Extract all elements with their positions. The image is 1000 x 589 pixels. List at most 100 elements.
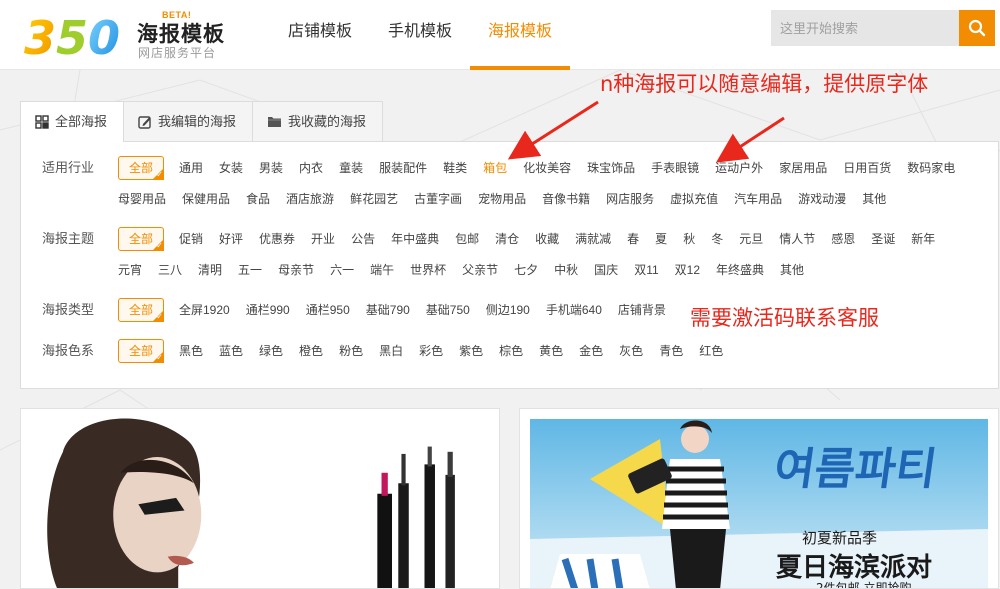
filter-option-color[interactable]: 彩色 xyxy=(419,340,443,362)
filter-option-theme[interactable]: 国庆 xyxy=(594,259,618,281)
filter-option-industry[interactable]: 虚拟充值 xyxy=(670,188,718,210)
filter-option-theme[interactable]: 圣诞 xyxy=(871,228,895,250)
filter-all-type[interactable]: 全部 ✓ xyxy=(118,298,164,322)
filter-option-color[interactable]: 棕色 xyxy=(499,340,523,362)
filter-option-industry[interactable]: 数码家电 xyxy=(907,157,955,179)
filter-option-theme[interactable]: 母亲节 xyxy=(278,259,314,281)
tab-my-favorites[interactable]: 我收藏的海报 xyxy=(252,101,384,141)
filter-option-industry[interactable]: 手表眼镜 xyxy=(651,157,699,179)
filter-option-theme[interactable]: 感恩 xyxy=(831,228,855,250)
filter-option-theme[interactable]: 清仓 xyxy=(495,228,519,250)
filter-option-color[interactable]: 灰色 xyxy=(619,340,643,362)
filter-option-industry[interactable]: 食品 xyxy=(246,188,270,210)
filter-option-theme[interactable]: 七夕 xyxy=(514,259,538,281)
filter-option-type[interactable]: 全屏1920 xyxy=(179,299,230,321)
filter-option-theme[interactable]: 五一 xyxy=(238,259,262,281)
filter-option-industry[interactable]: 化妆美容 xyxy=(523,157,571,179)
filter-option-theme[interactable]: 清明 xyxy=(198,259,222,281)
filter-option-color[interactable]: 紫色 xyxy=(459,340,483,362)
filter-option-industry[interactable]: 酒店旅游 xyxy=(286,188,334,210)
filter-all-color[interactable]: 全部 ✓ xyxy=(118,339,164,363)
filter-option-industry[interactable]: 古董字画 xyxy=(414,188,462,210)
nav-mobile-templates[interactable]: 手机模板 xyxy=(370,0,470,70)
filter-option-industry[interactable]: 母婴用品 xyxy=(118,188,166,210)
filter-option-industry[interactable]: 保健用品 xyxy=(182,188,230,210)
filter-option-industry[interactable]: 女装 xyxy=(219,157,243,179)
filter-option-industry[interactable]: 箱包 xyxy=(483,157,507,179)
filter-option-industry[interactable]: 音像书籍 xyxy=(542,188,590,210)
filter-option-type[interactable]: 手机端640 xyxy=(546,299,602,321)
filter-option-theme[interactable]: 冬 xyxy=(711,228,723,250)
filter-option-theme[interactable]: 春 xyxy=(627,228,639,250)
poster-card-cosmetics[interactable] xyxy=(20,408,500,589)
filter-option-theme[interactable]: 其他 xyxy=(780,259,804,281)
tab-all-posters[interactable]: 全部海报 xyxy=(20,101,125,142)
filter-option-theme[interactable]: 父亲节 xyxy=(462,259,498,281)
poster-card-summer[interactable]: 여름파티 初夏新品季 夏日海滨派对 2件包邮 立即抢购 xyxy=(519,408,999,589)
filter-option-theme[interactable]: 包邮 xyxy=(455,228,479,250)
filter-option-theme[interactable]: 情人节 xyxy=(779,228,815,250)
search-button[interactable] xyxy=(959,10,995,46)
filter-option-theme[interactable]: 满就减 xyxy=(575,228,611,250)
filter-option-theme[interactable]: 世界杯 xyxy=(410,259,446,281)
filter-option-color[interactable]: 黄色 xyxy=(539,340,563,362)
filter-option-theme[interactable]: 年终盛典 xyxy=(716,259,764,281)
filter-option-theme[interactable]: 秋 xyxy=(683,228,695,250)
filter-option-industry[interactable]: 其他 xyxy=(862,188,886,210)
filter-option-industry[interactable]: 运动户外 xyxy=(715,157,763,179)
tab-my-edited[interactable]: 我编辑的海报 xyxy=(123,101,254,141)
filter-option-color[interactable]: 黑色 xyxy=(179,340,203,362)
filter-option-theme[interactable]: 夏 xyxy=(655,228,667,250)
filter-option-color[interactable]: 青色 xyxy=(659,340,683,362)
filter-option-theme[interactable]: 双12 xyxy=(675,259,700,281)
filter-option-industry[interactable]: 服装配件 xyxy=(379,157,427,179)
filter-option-theme[interactable]: 端午 xyxy=(370,259,394,281)
filter-option-theme[interactable]: 年中盛典 xyxy=(391,228,439,250)
filter-option-color[interactable]: 粉色 xyxy=(339,340,363,362)
filter-option-industry[interactable]: 通用 xyxy=(179,157,203,179)
filter-option-type[interactable]: 侧边190 xyxy=(486,299,530,321)
filter-option-theme[interactable]: 收藏 xyxy=(535,228,559,250)
filter-option-theme[interactable]: 元旦 xyxy=(739,228,763,250)
filter-option-color[interactable]: 绿色 xyxy=(259,340,283,362)
filter-option-type[interactable]: 通栏990 xyxy=(246,299,290,321)
filter-option-type[interactable]: 基础790 xyxy=(366,299,410,321)
nav-poster-templates[interactable]: 海报模板 xyxy=(470,0,571,70)
filter-option-industry[interactable]: 日用百货 xyxy=(843,157,891,179)
filter-option-type[interactable]: 基础750 xyxy=(426,299,470,321)
search-input[interactable] xyxy=(771,10,959,46)
nav-shop-templates[interactable]: 店铺模板 xyxy=(270,0,370,70)
filter-all-industry[interactable]: 全部 ✓ xyxy=(118,156,164,180)
filter-option-industry[interactable]: 鞋类 xyxy=(443,157,467,179)
filter-option-industry[interactable]: 网店服务 xyxy=(606,188,654,210)
filter-option-industry[interactable]: 珠宝饰品 xyxy=(587,157,635,179)
filter-option-theme[interactable]: 促销 xyxy=(179,228,203,250)
filter-option-theme[interactable]: 开业 xyxy=(311,228,335,250)
filter-option-color[interactable]: 金色 xyxy=(579,340,603,362)
filter-option-color[interactable]: 红色 xyxy=(699,340,723,362)
filter-option-industry[interactable]: 童装 xyxy=(339,157,363,179)
site-logo[interactable]: 3 5 0 BETA! 海报模板 网店服务平台 xyxy=(24,6,224,64)
filter-option-type[interactable]: 通栏950 xyxy=(306,299,350,321)
filter-option-color[interactable]: 橙色 xyxy=(299,340,323,362)
filter-option-theme[interactable]: 三八 xyxy=(158,259,182,281)
filter-option-industry[interactable]: 内衣 xyxy=(299,157,323,179)
filter-option-theme[interactable]: 好评 xyxy=(219,228,243,250)
filter-option-theme[interactable]: 六一 xyxy=(330,259,354,281)
filter-option-color[interactable]: 黑白 xyxy=(379,340,403,362)
filter-option-industry[interactable]: 宠物用品 xyxy=(478,188,526,210)
filter-option-industry[interactable]: 汽车用品 xyxy=(734,188,782,210)
filter-option-industry[interactable]: 鲜花园艺 xyxy=(350,188,398,210)
filter-option-theme[interactable]: 双11 xyxy=(634,259,658,281)
filter-option-industry[interactable]: 男装 xyxy=(259,157,283,179)
filter-option-theme[interactable]: 元宵 xyxy=(118,259,142,281)
filter-option-type[interactable]: 店铺背景 xyxy=(618,299,666,321)
filter-option-theme[interactable]: 新年 xyxy=(911,228,935,250)
filter-option-industry[interactable]: 家居用品 xyxy=(779,157,827,179)
filter-option-color[interactable]: 蓝色 xyxy=(219,340,243,362)
filter-option-theme[interactable]: 优惠券 xyxy=(259,228,295,250)
filter-all-theme[interactable]: 全部 ✓ xyxy=(118,227,164,251)
filter-option-industry[interactable]: 游戏动漫 xyxy=(798,188,846,210)
filter-option-theme[interactable]: 中秋 xyxy=(554,259,578,281)
filter-option-theme[interactable]: 公告 xyxy=(351,228,375,250)
